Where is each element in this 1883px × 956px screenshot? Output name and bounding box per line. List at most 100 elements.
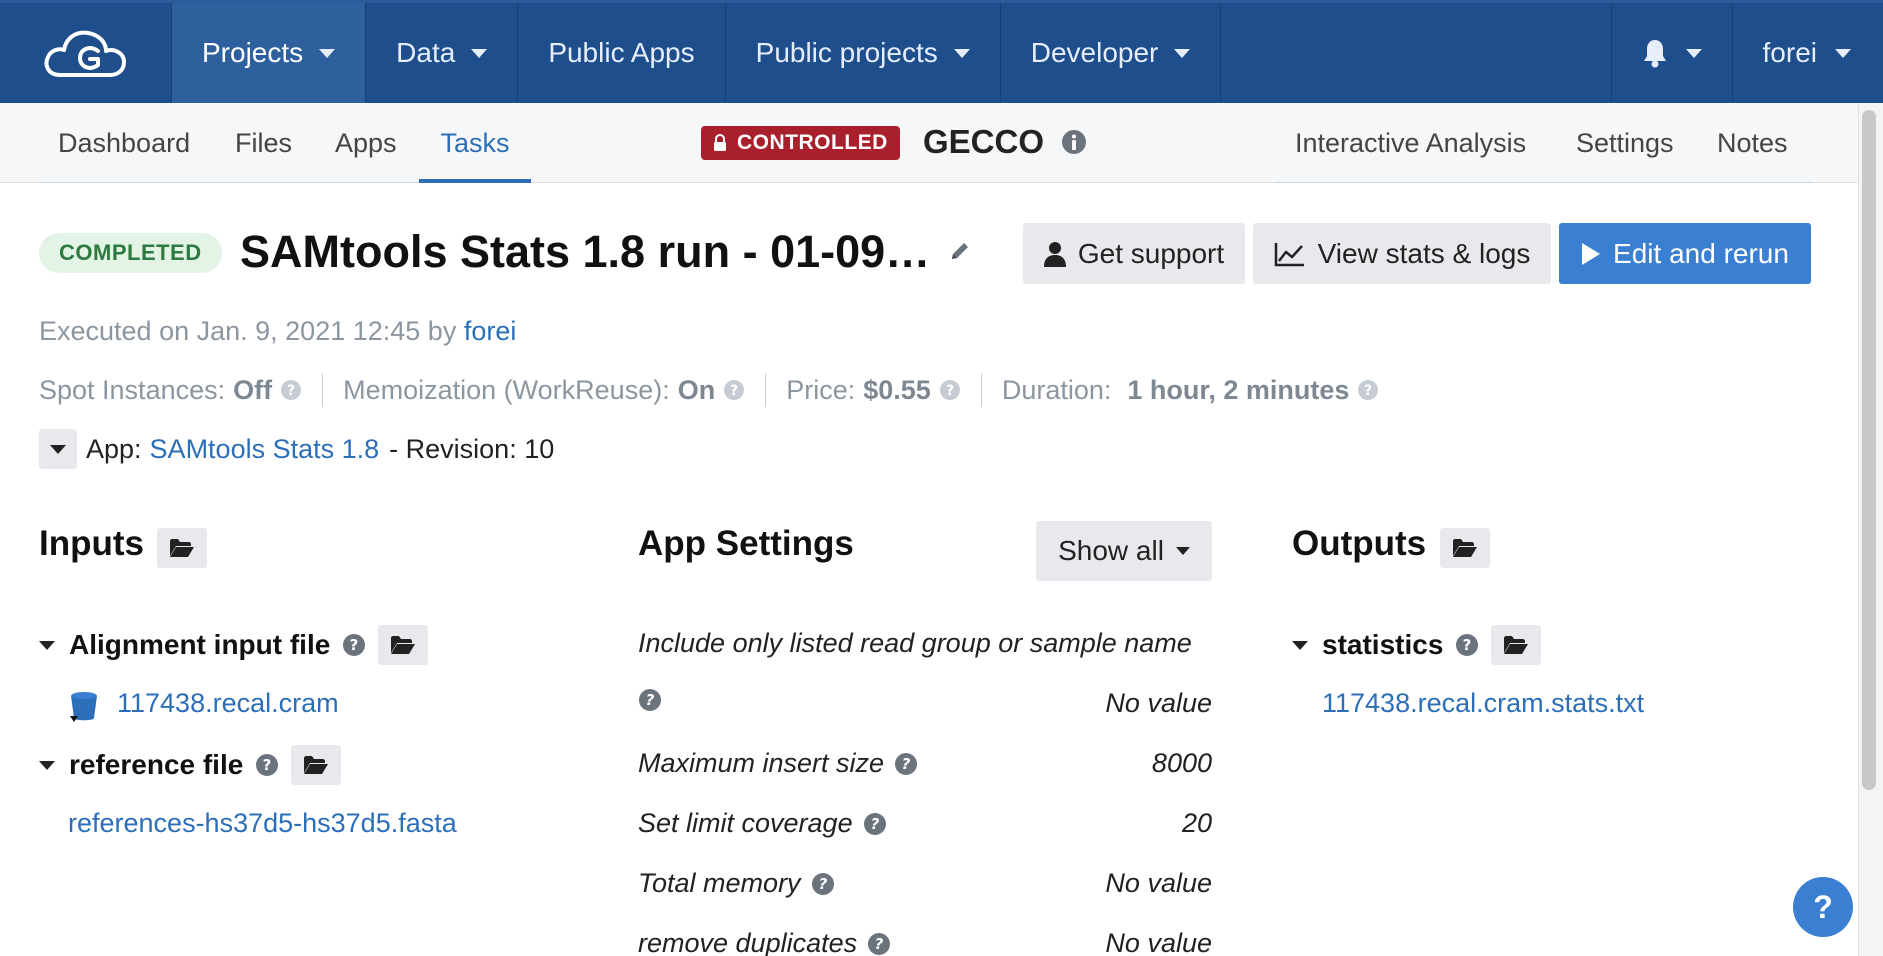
inputs-folder-button[interactable] — [157, 528, 207, 568]
help-icon[interactable]: ? — [342, 633, 366, 657]
svg-text:?: ? — [946, 383, 954, 399]
app-prefix: App: — [86, 433, 142, 464]
pencil-icon[interactable] — [949, 240, 971, 262]
help-icon[interactable]: ? — [1357, 379, 1379, 401]
svg-text:?: ? — [730, 383, 738, 399]
user-icon — [1043, 241, 1066, 267]
info-icon[interactable] — [1061, 129, 1087, 155]
input-file-link[interactable]: references-hs37d5-hs37d5.fasta — [68, 808, 457, 839]
executed-info: Executed on Jan. 9, 2021 12:45 by forei — [39, 316, 516, 347]
chevron-down-icon — [1685, 48, 1702, 58]
edit-and-rerun-button[interactable]: Edit and rerun — [1559, 223, 1811, 284]
inputs-title: Inputs — [39, 524, 144, 563]
svg-text:?: ? — [875, 935, 884, 953]
svg-text:?: ? — [287, 383, 295, 399]
tab-tasks[interactable]: Tasks — [419, 103, 531, 183]
edit-and-rerun-label: Edit and rerun — [1613, 237, 1789, 269]
setting-value: No value — [1105, 688, 1212, 718]
app-settings-title: App Settings — [638, 524, 854, 563]
setting-label: Maximum insert size ? — [638, 748, 918, 779]
help-icon[interactable]: ? — [811, 872, 835, 896]
help-button[interactable]: ? — [1793, 877, 1853, 937]
setting-label-text: Total memory — [638, 868, 801, 898]
help-icon[interactable]: ? — [638, 688, 662, 712]
input-file-link[interactable]: 117438.recal.cram — [117, 688, 339, 719]
scrollbar-thumb[interactable] — [1862, 110, 1876, 790]
folder-button[interactable] — [291, 745, 342, 785]
tab-apps[interactable]: Apps — [335, 103, 397, 183]
link-settings-label: Settings — [1576, 127, 1674, 158]
input-group-alignment[interactable]: Alignment input file ? — [39, 625, 429, 665]
svg-text:?: ? — [1364, 383, 1372, 399]
svg-text:?: ? — [818, 875, 827, 893]
help-icon[interactable]: ? — [867, 932, 891, 956]
status-badge: COMPLETED — [39, 233, 222, 273]
controlled-badge-label: CONTROLLED — [737, 131, 888, 154]
tab-files[interactable]: Files — [235, 103, 292, 183]
memoization-label: Memoization (WorkReuse): — [343, 374, 670, 405]
outputs-folder-button[interactable] — [1440, 528, 1490, 568]
help-icon[interactable]: ? — [1455, 633, 1479, 657]
executed-text: Executed on Jan. 9, 2021 12:45 by — [39, 316, 457, 346]
setting-value: 8000 — [1151, 748, 1212, 778]
input-group-reference[interactable]: reference file ? — [39, 745, 342, 785]
folder-open-icon — [391, 636, 416, 654]
help-icon[interactable]: ? — [939, 379, 961, 401]
show-all-dropdown[interactable]: Show all — [1036, 521, 1212, 581]
svg-text:?: ? — [902, 755, 911, 773]
output-group-statistics[interactable]: statistics ? — [1292, 625, 1542, 665]
nav-projects[interactable]: Projects — [172, 3, 367, 103]
divider — [765, 373, 767, 407]
help-icon[interactable]: ? — [863, 812, 887, 836]
tab-dashboard-label: Dashboard — [58, 127, 191, 158]
setting-label-text: Include only listed read group or sample… — [638, 628, 1192, 658]
help-icon[interactable]: ? — [280, 379, 302, 401]
folder-open-icon — [1453, 539, 1477, 557]
spot-instances-info: Spot Instances: Off ? — [39, 375, 302, 406]
folder-open-icon — [170, 539, 194, 557]
setting-label: Total memory ? — [638, 868, 835, 899]
cloud-logo-icon[interactable] — [0, 3, 172, 103]
bucket-icon — [70, 692, 97, 722]
show-all-label: Show all — [1058, 535, 1164, 566]
chevron-down-icon — [1292, 640, 1308, 650]
view-stats-logs-label: View stats & logs — [1317, 237, 1531, 269]
setting-value: No value — [1105, 868, 1212, 898]
setting-label: Set limit coverage ? — [638, 808, 887, 839]
svg-text:?: ? — [870, 815, 879, 833]
link-settings[interactable]: Settings — [1576, 103, 1674, 183]
help-icon[interactable]: ? — [255, 753, 279, 777]
help-icon[interactable]: ? — [894, 752, 918, 776]
nav-data[interactable]: Data — [366, 3, 519, 103]
play-icon — [1582, 242, 1601, 265]
price-info: Price: $0.55 ? — [786, 375, 961, 406]
link-interactive-analysis[interactable]: Interactive Analysis — [1295, 103, 1526, 183]
link-notes[interactable]: Notes — [1717, 103, 1788, 183]
chevron-down-icon — [50, 444, 66, 454]
nav-spacer — [1221, 3, 1612, 103]
help-icon[interactable]: ? — [723, 379, 745, 401]
setting-label-text: Set limit coverage — [638, 808, 853, 838]
folder-button[interactable] — [378, 625, 429, 665]
executed-user-link[interactable]: forei — [464, 316, 517, 346]
nav-developer[interactable]: Developer — [1001, 3, 1222, 103]
output-group-label: statistics — [1322, 629, 1444, 660]
nav-public-projects-label: Public projects — [755, 37, 938, 68]
user-menu[interactable]: forei — [1733, 3, 1883, 103]
get-support-button[interactable]: Get support — [1023, 223, 1245, 284]
app-details-toggle[interactable] — [39, 429, 77, 469]
setting-label: remove duplicates ? — [638, 928, 891, 956]
nav-public-apps[interactable]: Public Apps — [518, 3, 726, 103]
app-name-link[interactable]: SAMtools Stats 1.8 — [150, 434, 380, 465]
view-stats-logs-button[interactable]: View stats & logs — [1253, 223, 1551, 284]
notifications-menu[interactable] — [1612, 3, 1733, 103]
svg-text:?: ? — [646, 691, 655, 709]
folder-button[interactable] — [1491, 625, 1542, 665]
lock-icon — [714, 134, 726, 151]
price-label: Price: — [786, 374, 856, 405]
nav-public-projects[interactable]: Public projects — [726, 3, 1001, 103]
setting-value: 20 — [1181, 808, 1212, 838]
output-file-link[interactable]: 117438.recal.cram.stats.txt — [1322, 688, 1644, 719]
input-group-label: reference file — [69, 749, 244, 780]
tab-dashboard[interactable]: Dashboard — [58, 103, 190, 183]
